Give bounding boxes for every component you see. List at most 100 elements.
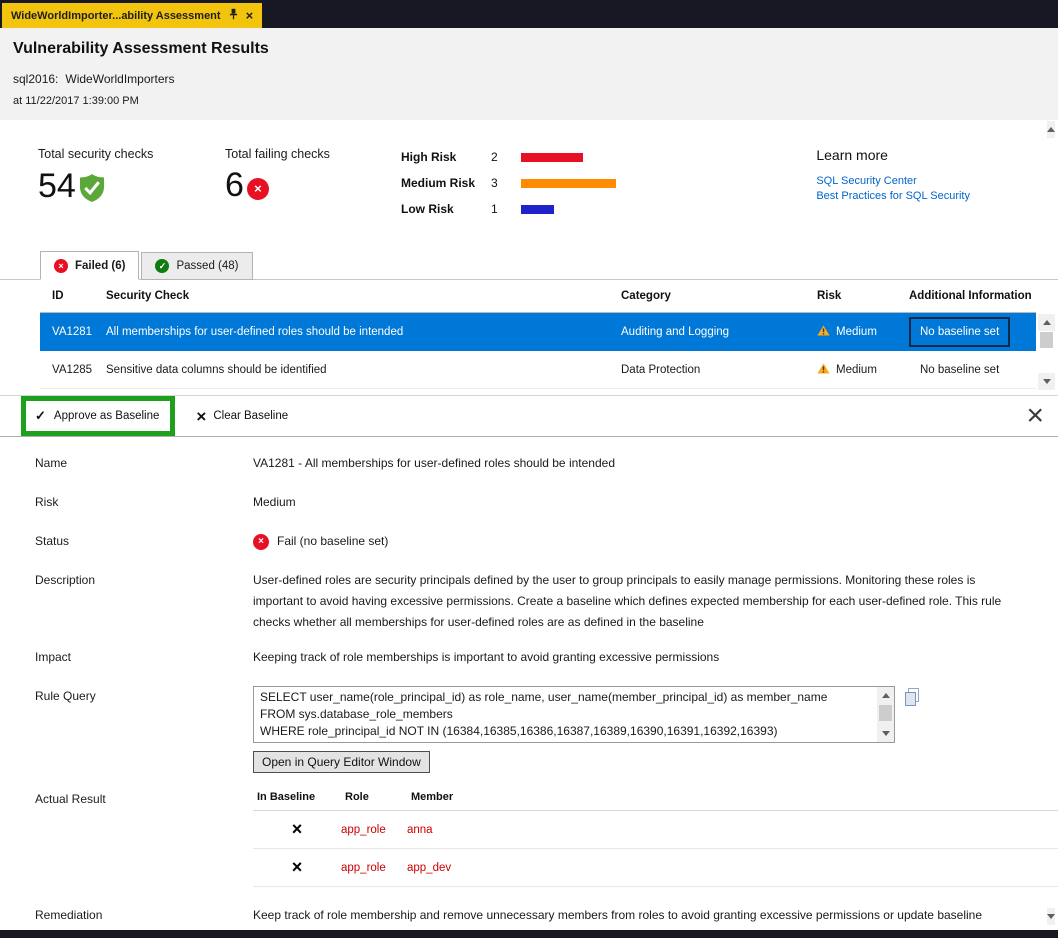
server-line: sql2016:WideWorldImporters xyxy=(13,72,1058,86)
description-label: Description xyxy=(35,570,253,591)
risk-text: Medium xyxy=(836,326,877,338)
tab-failed[interactable]: × Failed (6) xyxy=(40,251,139,280)
remediation-label: Remediation xyxy=(35,905,253,926)
approve-as-baseline-button[interactable]: ✓ Approve as Baseline xyxy=(21,396,175,436)
risk-count: 2 xyxy=(491,150,521,164)
impact-label: Impact xyxy=(35,647,253,668)
table-scrollbar[interactable] xyxy=(1038,314,1055,390)
passed-tab-icon: ✓ xyxy=(155,259,169,273)
main-scroll-up-icon[interactable] xyxy=(1047,121,1055,138)
ar-column-in-baseline: In Baseline xyxy=(257,791,345,803)
ar-column-role: Role xyxy=(345,791,411,803)
cell-risk: Medium xyxy=(809,363,901,377)
query-line: WHERE role_principal_id NOT IN (16384,16… xyxy=(260,723,870,740)
risk-label: Medium Risk xyxy=(401,176,491,190)
impact-value: Keeping track of role memberships is imp… xyxy=(253,647,1023,668)
risk-row-high: High Risk 2 xyxy=(401,150,616,164)
detail-row-actual-result: Actual Result In Baseline Role Member × … xyxy=(35,789,1058,887)
learn-more-title: Learn more xyxy=(816,147,970,163)
name-label: Name xyxy=(35,453,253,474)
risk-value: Medium xyxy=(253,492,1023,513)
query-line: SELECT user_name(role_principal_id) as r… xyxy=(260,689,870,706)
details-close-icon[interactable]: × xyxy=(1026,401,1044,431)
pin-icon[interactable] xyxy=(229,8,238,23)
tab-close-icon[interactable]: × xyxy=(246,9,254,22)
baseline-status-box: No baseline set xyxy=(909,317,1010,347)
check-icon: ✓ xyxy=(35,408,46,424)
cell-security-check: Sensitive data columns should be identif… xyxy=(98,364,613,376)
main-scroll-down-icon[interactable] xyxy=(1047,908,1055,925)
risk-label: Risk xyxy=(35,492,253,513)
table-row[interactable]: VA1281 All memberships for user-defined … xyxy=(40,313,1036,351)
failing-checks-label: Total failing checks xyxy=(225,147,401,161)
server-name: sql2016: xyxy=(13,72,58,86)
name-value: VA1281 - All memberships for user-define… xyxy=(253,453,1023,474)
table-row[interactable]: VA1285 Sensitive data columns should be … xyxy=(40,351,1036,389)
copy-query-icon[interactable] xyxy=(904,688,920,711)
cell-additional-information: No baseline set xyxy=(901,364,1036,376)
cell-security-check: All memberships for user-defined roles s… xyxy=(98,326,613,338)
risk-bar-high xyxy=(521,153,583,162)
detail-row-status: Status × Fail (no baseline set) xyxy=(35,531,1058,552)
failed-tab-label: Failed (6) xyxy=(75,260,125,272)
detail-row-risk: Risk Medium xyxy=(35,492,1058,513)
detail-row-impact: Impact Keeping track of role memberships… xyxy=(35,647,1058,668)
column-header-category: Category xyxy=(613,290,809,302)
bottom-window-edge xyxy=(0,930,1058,938)
scroll-up-icon[interactable] xyxy=(877,687,894,704)
scrollbar-thumb[interactable] xyxy=(1040,332,1053,348)
shield-check-icon xyxy=(79,174,105,207)
description-value: User-defined roles are security principa… xyxy=(253,570,1023,633)
ar-role: app_role xyxy=(341,862,407,874)
scroll-down-icon[interactable] xyxy=(1038,373,1055,390)
total-checks-stat: Total security checks 54 xyxy=(38,147,225,207)
passed-tab-label: Passed (48) xyxy=(176,260,238,272)
cell-category: Data Protection xyxy=(613,364,809,376)
risk-breakdown: High Risk 2 Medium Risk 3 Low Risk 1 xyxy=(401,150,616,228)
total-checks-label: Total security checks xyxy=(38,147,225,161)
status-label: Status xyxy=(35,531,253,552)
tab-passed[interactable]: ✓ Passed (48) xyxy=(141,252,252,280)
document-tab[interactable]: WideWorldImporter...ability Assessment × xyxy=(2,3,262,28)
rule-query-label: Rule Query xyxy=(35,686,253,707)
risk-label: High Risk xyxy=(401,150,491,164)
actual-result-row: × app_role app_dev xyxy=(253,849,1058,887)
warning-icon xyxy=(817,325,830,339)
scrollbar-thumb[interactable] xyxy=(879,705,892,721)
table-header-row: ID Security Check Category Risk Addition… xyxy=(40,280,1036,313)
actual-result-row: × app_role anna xyxy=(253,811,1058,849)
failed-tab-icon: × xyxy=(54,259,68,273)
approve-label: Approve as Baseline xyxy=(54,410,159,422)
failed-checks-table: ID Security Check Category Risk Addition… xyxy=(0,280,1058,389)
fail-circle-icon: × xyxy=(247,178,269,200)
results-header: Vulnerability Assessment Results sql2016… xyxy=(0,28,1058,120)
risk-text: Medium xyxy=(836,364,877,376)
open-in-query-editor-button[interactable]: Open in Query Editor Window xyxy=(253,751,430,773)
summary-section: Total security checks 54 Total failing c… xyxy=(0,120,1058,228)
learn-more-section: Learn more SQL Security Center Best Prac… xyxy=(816,147,970,204)
column-header-risk: Risk xyxy=(809,290,901,302)
link-best-practices[interactable]: Best Practices for SQL Security xyxy=(816,189,970,204)
scroll-up-icon[interactable] xyxy=(1038,314,1055,331)
clear-label: Clear Baseline xyxy=(213,410,288,422)
page-title: Vulnerability Assessment Results xyxy=(13,40,1058,58)
baseline-toolbar: ✓ Approve as Baseline × Clear Baseline × xyxy=(0,395,1058,437)
scroll-down-icon[interactable] xyxy=(877,725,894,742)
detail-row-description: Description User-defined roles are secur… xyxy=(35,570,1058,633)
query-line: FROM sys.database_role_members xyxy=(260,706,870,723)
rule-query-text[interactable]: SELECT user_name(role_principal_id) as r… xyxy=(253,686,895,743)
clear-baseline-button[interactable]: × Clear Baseline xyxy=(196,408,288,425)
document-tab-title: WideWorldImporter...ability Assessment xyxy=(11,10,221,22)
vulnerability-assessment-window: WideWorldImporter...ability Assessment ×… xyxy=(0,0,1058,938)
link-sql-security-center[interactable]: SQL Security Center xyxy=(816,174,970,189)
actual-result-label: Actual Result xyxy=(35,789,253,810)
status-value: Fail (no baseline set) xyxy=(277,531,388,552)
risk-count: 1 xyxy=(491,202,521,216)
risk-bar-low xyxy=(521,205,554,214)
query-scrollbar[interactable] xyxy=(877,687,894,742)
cell-id: VA1285 xyxy=(40,364,98,376)
document-tab-bar: WideWorldImporter...ability Assessment × xyxy=(0,0,1058,28)
cell-additional-information: No baseline set xyxy=(901,317,1036,347)
cell-risk: Medium xyxy=(809,325,901,339)
risk-row-medium: Medium Risk 3 xyxy=(401,176,616,190)
